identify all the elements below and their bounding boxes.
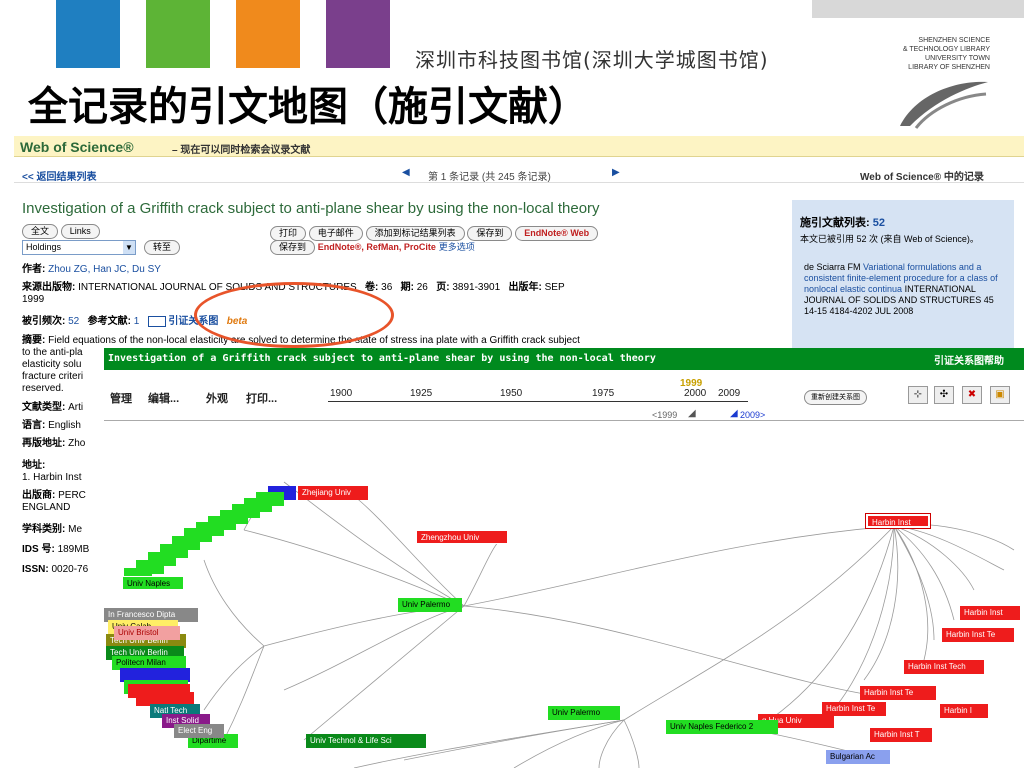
- expand-tool-icon[interactable]: ⊹: [908, 386, 928, 404]
- reprint-field: 再版地址: Zho: [22, 438, 86, 449]
- citing-heading: 施引文献列表: 52: [800, 217, 885, 229]
- ids-field: IDS 号: 189MB: [22, 544, 90, 555]
- language-field: 语言: English: [22, 420, 81, 431]
- save-to-button[interactable]: 保存到: [467, 226, 513, 241]
- menu-manage[interactable]: 管理: [110, 390, 132, 406]
- node-zhengzhou[interactable]: Zhengzhou Univ: [416, 530, 508, 544]
- node-univ-palermo-2[interactable]: Univ Palermo: [548, 706, 620, 720]
- source-field: 来源出版物: INTERNATIONAL JOURNAL OF SOLIDS A…: [22, 282, 565, 305]
- citation-map-title: Investigation of a Griffith crack subjec…: [108, 353, 656, 364]
- node-univ-bristol[interactable]: Univ Bristol: [114, 626, 180, 640]
- print-button[interactable]: 打印: [270, 226, 307, 241]
- action-row-print: 打印 电子邮件 添加到标记结果列表 保存到 EndNote® Web: [270, 226, 599, 241]
- citation-map-titlebar: Investigation of a Griffith crack subjec…: [104, 348, 1024, 370]
- library-logo-icon: [900, 81, 988, 129]
- node-univ-palermo-1[interactable]: Univ Palermo: [398, 598, 462, 612]
- links-button[interactable]: Links: [60, 224, 100, 239]
- goto-button[interactable]: 转至: [144, 240, 181, 255]
- menu-edit[interactable]: 编辑...: [148, 390, 179, 406]
- highlight-oval: [194, 282, 394, 348]
- year-tick-1975: 1975: [592, 388, 615, 399]
- node-elect-eng[interactable]: Elect Eng: [174, 724, 224, 738]
- citation-map-toolbar: 管理 编辑... 外观 打印... 1900 1925 1950 1975 20…: [104, 370, 1024, 421]
- record-nav-row: << 返回结果列表 ◀ 第 1 条记录 (共 245 条记录) ▶ Web of…: [14, 166, 1024, 183]
- menu-view[interactable]: 外观: [206, 390, 228, 406]
- back-to-results-link[interactable]: << 返回结果列表: [22, 168, 96, 183]
- settings-tool-icon[interactable]: ▣: [990, 386, 1010, 404]
- node-harbin-r6[interactable]: Harbin I: [940, 704, 988, 718]
- email-button[interactable]: 电子邮件: [308, 226, 363, 241]
- wos-brand-sub: – 现在可以同时检索会议录文献: [172, 145, 311, 156]
- node-harbin-r3[interactable]: Harbin Inst Tech: [904, 660, 984, 674]
- publisher-field: 出版商: PERC ENGLAND: [22, 490, 86, 513]
- timeline-axis: [328, 401, 748, 402]
- node-harbin-top[interactable]: Harbin Inst: [865, 513, 931, 529]
- header-bar-orange: [236, 0, 300, 68]
- header-bar-gray: [812, 0, 1024, 18]
- wos-header: Web of Science® – 现在可以同时检索会议录文献: [14, 136, 1024, 157]
- citing-note: 本文已被引用 52 次 (来自 Web of Science)。: [800, 234, 979, 244]
- more-options-link[interactable]: 更多选项: [439, 242, 475, 252]
- endnote-refman-link[interactable]: EndNote®, RefMan, ProCite: [318, 242, 436, 252]
- node-harbin-r4[interactable]: Harbin Inst Te: [860, 686, 936, 700]
- year-tick-1950: 1950: [500, 388, 523, 399]
- endnote-web-button[interactable]: EndNote® Web: [515, 226, 599, 241]
- citing-item: de Sciarra FM Variational formulations a…: [804, 262, 998, 316]
- action-row-2: 保存到 EndNote®, RefMan, ProCite 更多选项: [270, 240, 475, 255]
- authors-links[interactable]: Zhou ZG, Han JC, Du SY: [48, 264, 161, 275]
- chevron-down-icon: ▼: [123, 241, 135, 254]
- node-univ-naples[interactable]: Univ Naples: [122, 576, 184, 590]
- action-row-1: 全文 Links: [22, 224, 100, 239]
- header-bar-blue: [56, 0, 120, 68]
- header-bar-purple: [326, 0, 390, 68]
- current-year-label: 1999: [680, 378, 703, 389]
- year-tick-2009: 2009: [718, 388, 741, 399]
- node-harbin-r1[interactable]: Harbin Inst: [960, 606, 1020, 620]
- wos-brand[interactable]: Web of Science®: [20, 139, 134, 155]
- citation-map-help[interactable]: 引证关系图帮助: [934, 352, 1004, 367]
- references-link[interactable]: 1: [134, 316, 140, 327]
- range-start-handle-icon[interactable]: ◢: [688, 408, 696, 419]
- node-univ-technol[interactable]: Univ Technol & Life Sci: [306, 734, 426, 748]
- holdings-select[interactable]: Holdings ▼: [22, 240, 136, 255]
- collapse-tool-icon[interactable]: ✣: [934, 386, 954, 404]
- add-marked-button[interactable]: 添加到标记结果列表: [365, 226, 465, 241]
- recreate-map-button[interactable]: 重新创建关系图: [804, 390, 867, 405]
- citing-articles-panel: 施引文献列表: 52 本文已被引用 52 次 (来自 Web of Scienc…: [792, 200, 1014, 350]
- year-tick-1900: 1900: [330, 388, 353, 399]
- range-start-label[interactable]: <1999: [652, 410, 677, 420]
- range-end-label[interactable]: 2009>: [740, 410, 765, 420]
- address-field: 地址: 1. Harbin Inst: [22, 460, 82, 483]
- issn-field: ISSN: 0020-76: [22, 564, 89, 575]
- doctype-field: 文献类型: Arti: [22, 402, 84, 413]
- node-univ-naples-federico[interactable]: Univ Naples Federico 2: [666, 720, 778, 734]
- library-name-en: SHENZHEN SCIENCE & TECHNOLOGY LIBRARY UN…: [902, 37, 990, 71]
- article-title: Investigation of a Griffith crack subjec…: [22, 200, 600, 217]
- menu-print[interactable]: 打印...: [246, 390, 277, 406]
- slide-title: 全记录的引文地图（施引文献）: [28, 83, 588, 130]
- authors-field: 作者: Zhou ZG, Han JC, Du SY: [22, 264, 161, 275]
- citation-map-window: Investigation of a Griffith crack subjec…: [104, 348, 1024, 768]
- library-name-cn: 深圳市科技图书馆(深圳大学城图书馆): [415, 48, 769, 72]
- remove-tool-icon[interactable]: ✖: [962, 386, 982, 404]
- node-harbin-r7[interactable]: Harbin Inst T: [870, 728, 932, 742]
- fulltext-button[interactable]: 全文: [22, 224, 59, 239]
- wos-record-link[interactable]: Web of Science® 中的记录: [860, 168, 984, 183]
- citation-map-icon[interactable]: [147, 316, 166, 327]
- subject-field: 学科类别: Me: [22, 524, 83, 535]
- header-bar-green: [146, 0, 210, 68]
- node-zhejiang[interactable]: Zhejiang Univ: [298, 486, 368, 500]
- times-cited-link[interactable]: 52: [68, 316, 79, 327]
- node-harbin-r2[interactable]: Harbin Inst Te: [942, 628, 1014, 642]
- node-bulgarian[interactable]: Bulgarian Ac: [826, 750, 890, 764]
- range-end-handle-icon[interactable]: ◢: [730, 408, 738, 419]
- prev-record-icon[interactable]: ◀: [402, 167, 410, 178]
- year-tick-1925: 1925: [410, 388, 433, 399]
- year-tick-2000: 2000: [684, 388, 707, 399]
- record-position: 第 1 条记录 (共 245 条记录): [428, 172, 551, 183]
- next-record-icon[interactable]: ▶: [612, 167, 620, 178]
- save-to-button-2[interactable]: 保存到: [270, 240, 316, 255]
